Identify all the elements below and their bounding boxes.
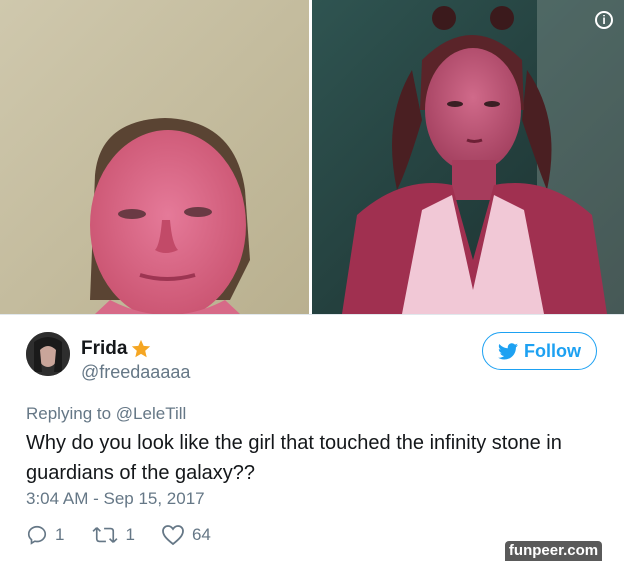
- retweet-button[interactable]: 1: [92, 524, 135, 546]
- tweet-actions: 1 1 64: [26, 524, 211, 546]
- user-name-row[interactable]: Frida: [81, 338, 152, 360]
- avatar[interactable]: [26, 332, 70, 376]
- like-count: 64: [191, 525, 211, 544]
- like-button[interactable]: 64: [161, 524, 211, 546]
- timestamp[interactable]: 3:04 AM - Sep 15, 2017: [26, 489, 205, 509]
- tweet-media[interactable]: i: [0, 0, 624, 315]
- reply-icon: [27, 525, 47, 545]
- follow-label: Follow: [524, 340, 581, 361]
- reply-count: 1: [55, 525, 65, 544]
- display-name[interactable]: Frida: [81, 338, 127, 360]
- heart-icon: [162, 525, 184, 546]
- tweet-text: Why do you look like the girl that touch…: [26, 432, 562, 484]
- twitter-bird-icon: [498, 342, 518, 359]
- info-icon[interactable]: i: [595, 11, 613, 29]
- watermark-label: funpeer.com: [505, 541, 602, 561]
- retweet-icon: [92, 527, 118, 543]
- tweet-card: i Frida @freedaaaaa Follow Replying to @…: [0, 0, 624, 561]
- user-handle[interactable]: @freedaaaaa: [81, 362, 190, 383]
- replying-to: Replying to @LeleTill: [26, 404, 186, 424]
- replying-prefix: Replying to: [26, 404, 112, 423]
- retweet-count: 1: [125, 525, 135, 544]
- follow-button[interactable]: Follow: [482, 332, 597, 370]
- star-icon: [132, 339, 151, 358]
- replying-to-mention[interactable]: @LeleTill: [116, 404, 186, 423]
- reply-button[interactable]: 1: [26, 524, 64, 546]
- selfie-photo[interactable]: [0, 0, 309, 314]
- movie-still-photo[interactable]: [312, 0, 624, 314]
